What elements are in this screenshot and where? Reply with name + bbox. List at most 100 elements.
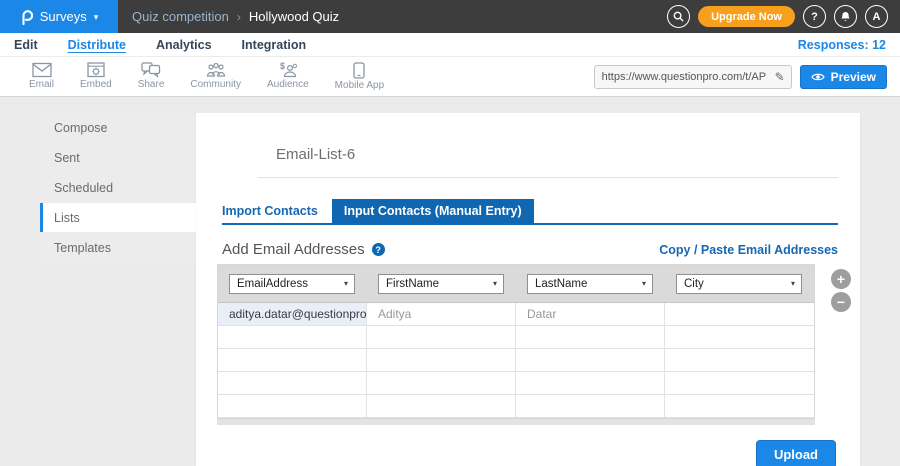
column-select-city[interactable]: City ▾ [676,274,802,294]
cell-email[interactable] [218,326,367,349]
cell-lastname[interactable] [516,349,665,372]
eye-icon [811,72,825,82]
channel-share[interactable]: Share [125,62,178,90]
cell-city[interactable] [665,349,814,372]
column-select-emailaddress[interactable]: EmailAddress ▾ [229,274,355,294]
sidebar-item-templates[interactable]: Templates [40,233,196,262]
table-row [218,372,814,395]
table-horizontal-scrollbar[interactable] [217,419,815,425]
cell-firstname[interactable] [367,326,516,349]
sidebar-item-sent[interactable]: Sent [40,143,196,172]
column-header-cell: FirstName ▾ [367,274,516,294]
list-detail-card: Email-List-6 Import Contacts Input Conta… [196,113,860,466]
breadcrumb-current: Hollywood Quiz [249,9,339,24]
column-select-lastname[interactable]: LastName ▾ [527,274,653,294]
cell-lastname[interactable] [516,326,665,349]
channel-email[interactable]: Email [16,62,67,90]
page-body: Compose Sent Scheduled Lists Templates E… [0,97,900,466]
nav-item-distribute[interactable]: Distribute [68,38,126,52]
search-button[interactable] [667,5,690,28]
contacts-table-header: EmailAddress ▾ FirstName ▾ LastName [218,265,814,303]
cell-lastname[interactable]: Datar [516,303,665,326]
channel-community[interactable]: Community [177,62,254,90]
sidebar-item-lists[interactable]: Lists [40,203,196,232]
channel-mobile-app[interactable]: Mobile App [322,62,397,91]
cell-firstname[interactable] [367,372,516,395]
community-people-icon [206,62,226,78]
mobile-phone-icon [353,62,365,79]
dropdown-caret-icon: ▾ [493,279,497,288]
copy-paste-link[interactable]: Copy / Paste Email Addresses [659,243,838,257]
avatar[interactable]: A [865,5,888,28]
cell-firstname[interactable] [367,349,516,372]
remove-row-button[interactable]: − [831,292,851,312]
cell-email[interactable] [218,349,367,372]
tab-import-contacts[interactable]: Import Contacts [222,199,332,223]
svg-text:$: $ [280,62,285,71]
survey-url-box: ✎ [594,65,792,89]
cell-city[interactable] [665,372,814,395]
channel-audience[interactable]: $ Audience [254,62,322,90]
notifications-button[interactable] [834,5,857,28]
audience-dollar-icon: $ [278,62,298,78]
section-title: Add Email Addresses [222,241,365,258]
cell-email[interactable] [218,395,367,418]
search-icon [673,11,684,22]
distribute-toolbar: Email Embed Share Community $ Audience M… [0,57,900,97]
cell-firstname[interactable] [367,395,516,418]
email-sidebar: Compose Sent Scheduled Lists Templates [40,113,196,263]
responses-count[interactable]: Responses: 12 [798,38,886,52]
survey-nav-links: Edit Distribute Analytics Integration [14,38,306,52]
dropdown-caret-icon: ▾ [791,279,795,288]
column-header-cell: EmailAddress ▾ [218,274,367,294]
add-row-button[interactable]: + [831,269,851,289]
preview-button[interactable]: Preview [800,65,887,89]
edit-url-pencil-icon[interactable]: ✎ [769,70,791,84]
table-row [218,349,814,372]
page-title: Email-List-6 [276,146,860,163]
table-row [218,395,814,418]
channel-embed[interactable]: Embed [67,62,125,90]
header-actions: Upgrade Now ? A [667,5,888,28]
breadcrumb-separator-icon: › [237,10,241,24]
distribute-channels: Email Embed Share Community $ Audience M… [0,62,397,91]
breadcrumb-parent[interactable]: Quiz competition [132,9,229,24]
survey-url-input[interactable] [595,71,769,83]
breadcrumb: Quiz competition › Hollywood Quiz [132,9,339,24]
cell-city[interactable] [665,395,814,418]
nav-item-integration[interactable]: Integration [242,38,307,52]
embed-icon [87,62,105,78]
sidebar-item-scheduled[interactable]: Scheduled [40,173,196,202]
tab-input-contacts-manual[interactable]: Input Contacts (Manual Entry) [332,199,534,223]
cell-lastname[interactable] [516,395,665,418]
contacts-tabs: Import Contacts Input Contacts (Manual E… [222,199,838,225]
cell-email[interactable]: aditya.datar@questionpro.com [218,303,367,326]
top-header: Surveys ▾ Quiz competition › Hollywood Q… [0,0,900,33]
upgrade-now-button[interactable]: Upgrade Now [698,6,795,27]
column-select-firstname[interactable]: FirstName ▾ [378,274,504,294]
email-icon [32,62,52,78]
contacts-table: EmailAddress ▾ FirstName ▾ LastName [217,264,815,419]
share-chat-icon [141,62,161,78]
cell-lastname[interactable] [516,372,665,395]
cell-firstname[interactable]: Aditya [367,303,516,326]
nav-item-analytics[interactable]: Analytics [156,38,212,52]
dropdown-caret-icon: ▾ [344,279,348,288]
table-row: aditya.datar@questionpro.com Aditya Data… [218,303,814,326]
add-emails-header: Add Email Addresses ? Copy / Paste Email… [222,241,838,258]
sidebar-item-compose[interactable]: Compose [40,113,196,142]
cell-city[interactable] [665,303,814,326]
dropdown-caret-icon: ▾ [642,279,646,288]
cell-city[interactable] [665,326,814,349]
questionpro-logo-icon [20,8,33,25]
title-divider [258,177,838,178]
upload-button[interactable]: Upload [756,440,836,466]
help-button[interactable]: ? [803,5,826,28]
surveys-menu[interactable]: Surveys ▾ [0,0,118,33]
survey-link-area: ✎ Preview [594,65,887,89]
survey-nav: Edit Distribute Analytics Integration Re… [0,33,900,57]
nav-item-edit[interactable]: Edit [14,38,38,52]
help-icon[interactable]: ? [372,243,385,256]
cell-email[interactable] [218,372,367,395]
table-row [218,326,814,349]
